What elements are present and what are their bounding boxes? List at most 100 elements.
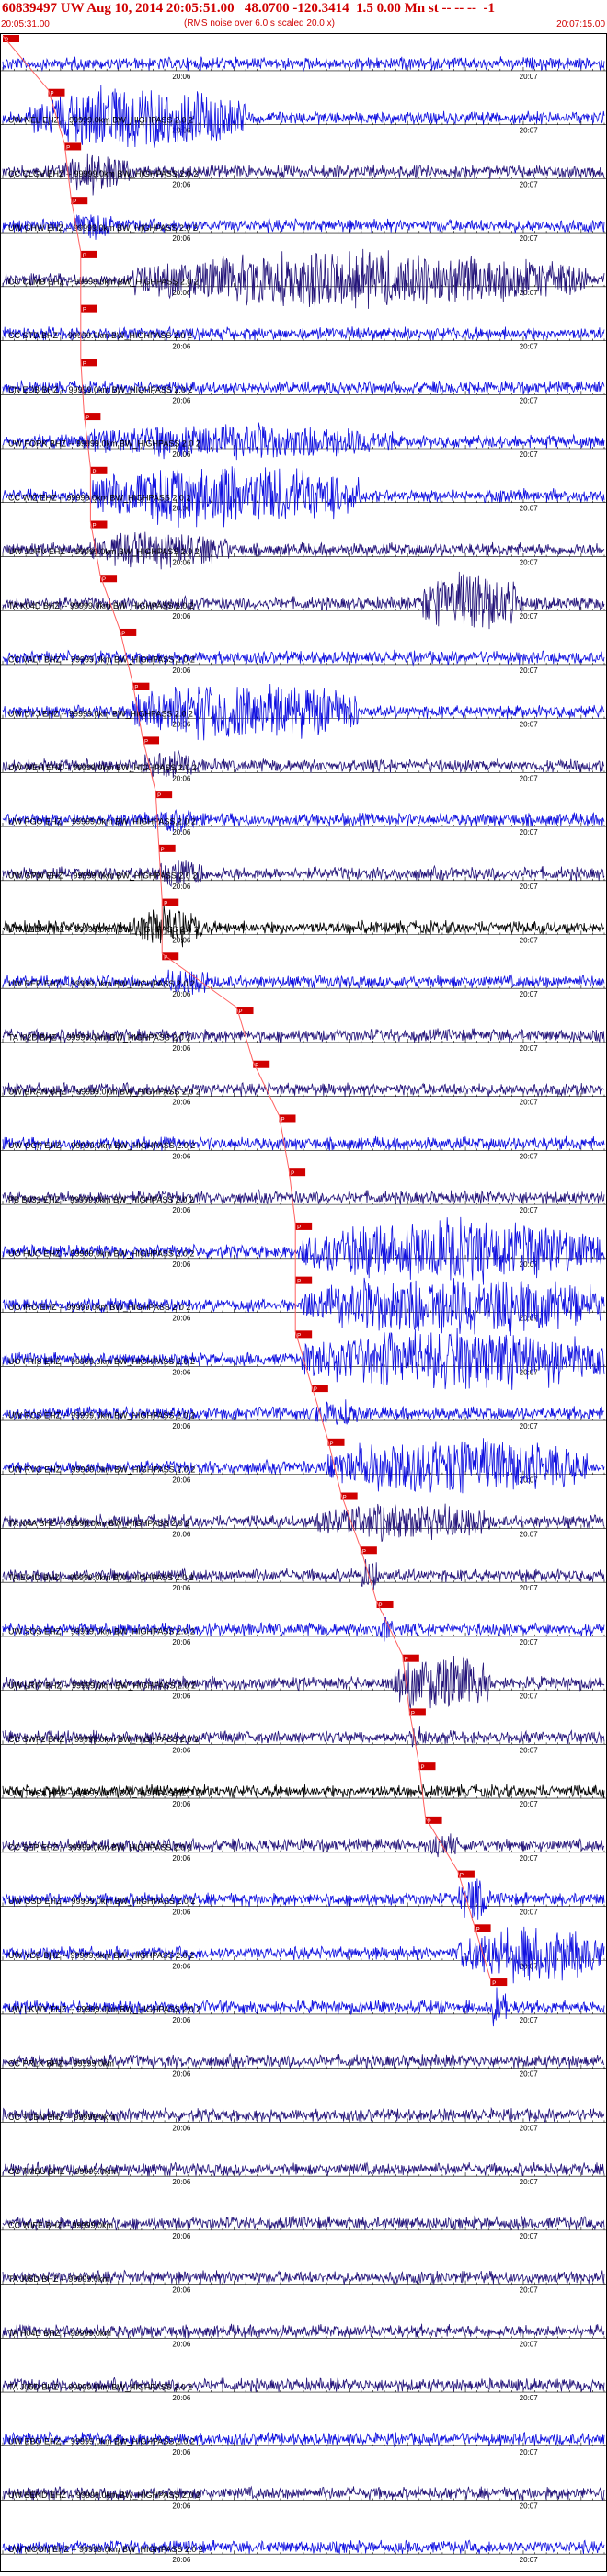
trace-label: UW BEND EHZ -- 99999.0km BW_HIGHPASS 2.0…: [8, 2491, 200, 2500]
pick-label: P: [83, 361, 86, 367]
trace-row: 20:06 20:07UO IRO EHZ -- 99999.0km BW_HIG…: [1, 1276, 606, 1337]
minute-tick-label: 20:07: [520, 883, 539, 891]
trace-row: 20:06 20:07 CC TCBN BHZ -- 99999.0km: [1, 2106, 606, 2132]
minute-tick-label: 20:06: [172, 1854, 191, 1863]
trace-label: UW YCB BHZ -- 99999.0km BW_HIGHPASS 2.0 …: [8, 1951, 194, 1960]
minute-tick-label: 20:07: [520, 234, 539, 243]
minute-tick-label: 20:06: [172, 2340, 191, 2348]
minute-tick-label: 20:06: [172, 2556, 191, 2564]
minute-tick-label: 20:07: [520, 127, 539, 135]
minute-tick-label: 20:07: [520, 774, 539, 782]
trace-row: 20:06 20:07 CC PRLK BHZ -- 99999.0km: [1, 2052, 606, 2079]
minute-tick-label: 20:07: [520, 450, 539, 459]
minute-tick-label: 20:07: [520, 2556, 539, 2564]
minute-tick-label: 20:06: [172, 1800, 191, 1808]
rms-noise-subtitle: (RMS noise over 6.0 s scaled 20.0 x): [184, 18, 335, 28]
minute-tick-label: 20:07: [520, 2016, 539, 2024]
minute-tick-label: 20:07: [520, 2502, 539, 2510]
minute-tick-label: 20:06: [172, 1746, 191, 1754]
minute-tick-label: 20:06: [172, 73, 191, 81]
minute-tick-label: 20:07: [520, 667, 539, 675]
pick-label: P: [297, 1225, 301, 1231]
trace-row: 20:06 20:07 CC WIFE BHZ -- 99999.0km: [1, 2215, 606, 2240]
minute-tick-label: 20:07: [520, 1152, 539, 1160]
trace-label: UW BBO EHZ -- 99999.0km BW_HIGHPASS 2.0 …: [8, 2436, 195, 2445]
minute-tick-label: 20:07: [520, 2124, 539, 2132]
minute-tick-label: 20:06: [172, 1638, 191, 1647]
pick-label: P: [121, 632, 125, 637]
trace-label: UW LEBA HHZ -- 99999.0km BW_HIGHPASS 2.0…: [8, 925, 199, 934]
minute-tick-label: 20:06: [172, 2448, 191, 2456]
minute-tick-label: 20:06: [172, 774, 191, 782]
trace-row: 20:06 20:07 TA H04D BHZ -- 99999.0km: [1, 2323, 606, 2348]
minute-tick-label: 20:07: [520, 396, 539, 405]
minute-tick-label: 20:07: [520, 2394, 539, 2402]
trace-label: UW TUCA HHZ -- 99999.0km BW_HIGHPASS 2.0…: [8, 1789, 200, 1798]
trace-row: 20:06 20:07UW NEL EHZ -- 99999.0km BW_HIG…: [1, 85, 606, 148]
trace-label: TA H04D BHZ -- 99999.0km: [8, 2329, 111, 2338]
minute-tick-label: 20:06: [172, 2124, 191, 2132]
pick-label: P: [66, 145, 70, 151]
pick-label: P: [420, 1765, 424, 1771]
trace-row: 20:06 20:07 UW LKWY EHZ -- 99999.0km BW_HI…: [1, 1978, 606, 2027]
minute-tick-label: 20:06: [172, 1099, 191, 1107]
minute-tick-label: 20:07: [520, 2070, 539, 2079]
trace-label: UW LRIV BHZ -- 99999.0km BW_HIGHPASS 2.0…: [8, 1681, 196, 1690]
trace-label: UW JORV EHZ -- 99999.0km BW_HIGHPASS 2.0…: [8, 547, 200, 556]
trace-label: CC WIZ EHZ -- 99999.0km BW_HIGHPASS 2.0 …: [8, 493, 190, 502]
minute-tick-label: 20:06: [172, 1476, 191, 1485]
trace-row: 20:06 20:07 UW RCS EHZ -- 99999.0km BW_HIG…: [1, 1385, 606, 1430]
trace-label: UW GHW EHZ -- 99999.0km BW_HIGHPASS 2.0 …: [8, 223, 198, 233]
trace-label: TA J05D BHZ -- 99999.0km: [8, 2274, 109, 2284]
minute-tick-label: 20:07: [520, 1584, 539, 1592]
trace-row: 20:06 20:07UW LEBA HHZ -- 99999.0km BW_HI…: [1, 898, 606, 948]
trace-row: 20:06 20:07 UW TUCA HHZ -- 99999.0km BW_HI…: [1, 1762, 606, 1808]
trace-label: UW WEH EHZ -- 99999.0km BW_HIGHPASS 2.0 …: [8, 763, 197, 772]
minute-tick-label: 20:07: [520, 1530, 539, 1538]
minute-tick-label: 20:06: [172, 2394, 191, 2402]
trace-label: CC TMBU BHZ -- 99999.0km: [8, 2167, 116, 2176]
trace-row: 20:06 20:07UO HUO EHZ -- 99999.0km BW_HIG…: [1, 1216, 606, 1285]
trace-label: UW MOON EHZ -- 99999.0km BW_HIGHPASS 2.0…: [8, 2545, 203, 2554]
minute-tick-label: 20:07: [520, 73, 539, 81]
minute-tick-label: 20:07: [520, 1368, 539, 1376]
minute-tick-label: 20:07: [520, 2448, 539, 2456]
trace-row: 20:06 20:07UW RER EHZ -- 99999.0km BW_HIG…: [1, 952, 606, 998]
minute-tick-label: 20:06: [172, 612, 191, 621]
minute-tick-label: 20:06: [172, 883, 191, 891]
pick-label: P: [92, 470, 96, 475]
minute-tick-label: 20:06: [172, 1315, 191, 1323]
trace-row: 20:06 20:07 TA J05D BHZ -- 99999.0km: [1, 2269, 606, 2295]
minute-tick-label: 20:07: [520, 2286, 539, 2295]
pick-label: P: [83, 254, 86, 259]
trace-label: CC TCBN BHZ -- 99999.0km: [8, 2113, 115, 2122]
trace-label: UW NEL EHZ -- 99999.0km BW_HIGHPASS 2.0 …: [8, 115, 193, 124]
minute-tick-label: 20:06: [172, 2070, 191, 2079]
trace-label: TA I02D BHZ -- 99999.0km BW_HIGHPASS 2.0…: [8, 1033, 190, 1043]
pick-label: P: [73, 199, 76, 205]
minute-tick-label: 20:06: [172, 180, 191, 188]
trace-label: TA J05D BHZ -- 99999.0km BW_HIGHPASS 2.0…: [8, 2383, 192, 2392]
minute-tick-label: 20:06: [172, 1044, 191, 1053]
trace-label: CN EDB BHZ -- 99999.0km BW_HIGHPASS 2.0 …: [8, 385, 192, 394]
minute-tick-label: 20:06: [172, 2286, 191, 2295]
minute-tick-label: 20:06: [172, 558, 191, 566]
pick-label: P: [83, 308, 86, 313]
trace-row: 20:06 20:07 CC CLGV EHZ -- 99999.0km BW_HI…: [1, 142, 606, 196]
pick-label: P: [492, 1981, 496, 1987]
minute-tick-label: 20:07: [520, 1638, 539, 1647]
minute-tick-label: 20:07: [520, 1099, 539, 1107]
trace-label: UW RCS EHZ -- 99999.0km BW_HIGHPASS 2.0 …: [8, 1411, 195, 1420]
trace-row: 20:06 20:07 UW WEH EHZ -- 99999.0km BW_HIG…: [1, 736, 606, 782]
pick-label: P: [92, 524, 96, 530]
pick-label: P: [405, 1658, 408, 1663]
trace-row: 20:06 20:07UW FORK BHZ -- 99999.0km BW_HI…: [1, 413, 606, 461]
trace-label: CC WIFE BHZ -- 99999.0km: [8, 2221, 113, 2230]
minute-tick-label: 20:07: [520, 828, 539, 837]
minute-tick-label: 20:07: [520, 2178, 539, 2186]
minute-tick-label: 20:07: [520, 1746, 539, 1754]
minute-tick-label: 20:07: [520, 721, 539, 729]
trace-label: UO HUO EHZ -- 99999.0km BW_HIGHPASS 2.0 …: [8, 1248, 194, 1258]
minute-tick-label: 20:06: [172, 1152, 191, 1160]
trace-row: 20:06 20:07 PB B031 EHZ -- 99999.0km BW_HI…: [1, 1168, 606, 1214]
